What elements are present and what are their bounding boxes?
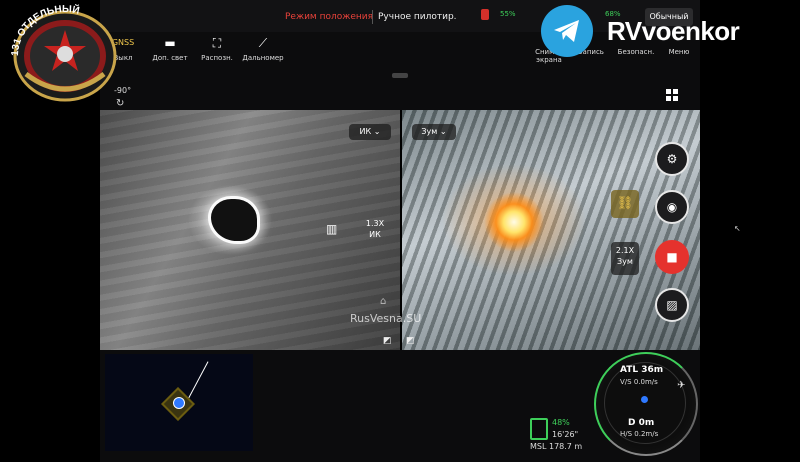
camera-settings-button[interactable]: ⚙ xyxy=(655,142,689,176)
camera-icon: ◉ xyxy=(666,200,678,214)
drone-position-icon xyxy=(173,397,185,409)
light-icon: ▬ xyxy=(164,36,176,50)
safety-label: Безопасн. xyxy=(617,48,655,56)
signal-strength-left: 55% xyxy=(500,10,516,18)
gallery-icon: ▨ xyxy=(666,298,678,312)
distance: D 0m xyxy=(628,418,655,428)
photo-shutter-button[interactable]: ◉ xyxy=(655,190,689,224)
link-icon[interactable]: ⛓ xyxy=(611,190,639,218)
ir-lens-select[interactable]: ИК ⌄ xyxy=(349,124,391,140)
flight-time: 16'26" xyxy=(552,430,579,439)
watermark-text: RusVesna.SU xyxy=(350,312,422,325)
record-video-button[interactable]: ■ xyxy=(655,240,689,274)
watermark-logo: ⌂ xyxy=(380,296,387,307)
ir-zoom-mode: ИК xyxy=(369,230,381,239)
zoom-value: 2.1X xyxy=(615,246,635,255)
extra-light-button[interactable]: ▬ Доп. свет xyxy=(145,36,195,62)
zoom-lens-select[interactable]: Зум ⌄ xyxy=(412,124,456,140)
rangefinder-icon: ⟋ xyxy=(258,36,268,50)
gallery-button[interactable]: ▨ xyxy=(655,288,689,322)
recognize-icon: ⛶ xyxy=(212,36,222,50)
horizontal-speed: H/S 0.2m/s xyxy=(620,430,659,438)
telegram-icon xyxy=(541,5,593,57)
recognize-label: Распозн. xyxy=(201,54,233,62)
panel-drag-handle[interactable] xyxy=(392,73,408,78)
rangefinder-button[interactable]: ⟋ Дальномер xyxy=(238,36,288,62)
expand-icon[interactable]: ◩ xyxy=(406,336,416,346)
battery-icon xyxy=(530,418,548,440)
drone-heading-dot xyxy=(641,396,648,403)
atl-altitude: ATL 36m xyxy=(620,365,664,375)
zoom-mode: Зум xyxy=(617,257,633,266)
vertical-speed: V/S 0.0m/s xyxy=(620,378,658,386)
divider xyxy=(372,10,373,24)
zoom-indicator[interactable]: 2.1X Зум xyxy=(611,242,639,275)
flight-mode-label: Режим положения xyxy=(285,12,374,22)
screenshot-label-bottom: экрана xyxy=(536,56,562,64)
pilot-mode-label[interactable]: Ручное пилотир. xyxy=(378,12,457,22)
channel-brand-label: RVvoenkor xyxy=(607,16,740,46)
unit-emblem-logo: 131 ОТДЕЛЬНЫЙ xyxy=(10,4,117,102)
mouse-cursor-icon: ↖ xyxy=(734,224,741,233)
layout-grid-icon[interactable] xyxy=(665,88,679,102)
battery-percent: 48% xyxy=(552,418,570,427)
battery-warning-icon xyxy=(481,9,489,20)
video-icon: ■ xyxy=(666,250,678,264)
lens-switch-icon[interactable]: ▥ xyxy=(326,222,340,236)
recognize-button[interactable]: ⛶ Распозн. xyxy=(192,36,242,62)
rangefinder-label: Дальномер xyxy=(242,54,284,62)
ir-zoom-value: 1.3X xyxy=(365,219,385,228)
ir-zoom-indicator[interactable]: 1.3X ИК xyxy=(360,218,390,240)
expand-icon[interactable]: ◩ xyxy=(383,336,393,346)
zoom-video-feed[interactable] xyxy=(402,110,700,350)
menu-button[interactable]: Меню xyxy=(654,48,704,56)
msl-altitude: MSL 178.7 m xyxy=(530,442,583,451)
menu-label: Меню xyxy=(668,48,690,56)
drone-icon: ✈ xyxy=(677,380,686,391)
camera-settings-icon: ⚙ xyxy=(666,152,678,166)
extra-light-label: Доп. свет xyxy=(152,54,188,62)
